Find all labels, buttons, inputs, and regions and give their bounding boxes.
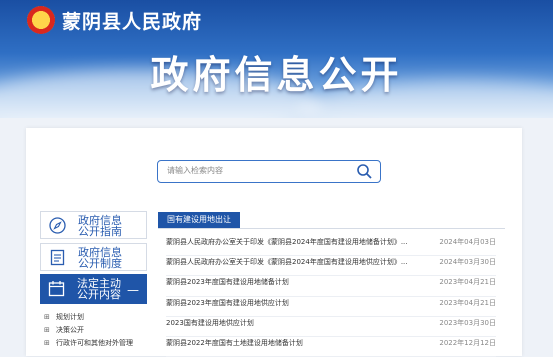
item-date: 2024年03月30日 xyxy=(439,258,496,267)
compass-icon xyxy=(49,217,66,234)
expand-plus-icon[interactable]: ⊞ xyxy=(44,326,50,334)
sidebar-tree: ⊞ 规划计划 ⊞ 决策公开 ⊞ 行政许可和其他对外管理 xyxy=(44,312,154,351)
tree-item[interactable]: ⊞ 规划计划 xyxy=(44,312,154,325)
list-item[interactable]: 蒙阴县2023年度国有建设用地储备计划 2023年04月21日 xyxy=(166,276,496,297)
tree-item-label[interactable]: 决策公开 xyxy=(56,326,84,334)
tab-bar: 国有建设用地出让 xyxy=(158,212,505,229)
item-title[interactable]: 蒙阴县人民政府办公室关于印发《蒙阴县2024年度国有建设用地储备计划》... xyxy=(166,236,418,248)
expand-plus-icon[interactable]: ⊞ xyxy=(44,339,50,347)
page-title: 政府信息公开 xyxy=(150,53,403,97)
collapse-toggle[interactable]: — xyxy=(127,283,139,297)
calendar-icon xyxy=(48,281,65,297)
sidebar-item-label: 法定主动 公开内容 xyxy=(77,278,121,300)
list-item[interactable]: 2023国有建设用地供应计划 2023年03月30日 xyxy=(166,317,496,337)
sidebar-item-guide[interactable]: 政府信息 公开指南 xyxy=(40,211,147,239)
list-item[interactable]: 蒙阴县人民政府办公室关于印发《蒙阴县2024年度国有建设用地供应计划》... 2… xyxy=(166,256,496,277)
item-title[interactable]: 2023国有建设用地供应计划 xyxy=(166,317,418,329)
item-date: 2023年03月30日 xyxy=(439,318,496,327)
item-title[interactable]: 蒙阴县人民政府办公室关于印发《蒙阴县2024年度国有建设用地供应计划》... xyxy=(166,256,418,268)
news-list: 蒙阴县人民政府办公室关于印发《蒙阴县2024年度国有建设用地储备计划》... 2… xyxy=(166,236,496,357)
sidebar-item-label-line2: 公开指南 xyxy=(78,225,122,238)
list-item[interactable]: 蒙阴县人民政府办公室关于印发《蒙阴县2024年度国有建设用地储备计划》... 2… xyxy=(166,236,496,257)
list-item[interactable]: 蒙阴县2022年度国有土地建设用地储备计划 2022年12月12日 xyxy=(166,337,496,357)
item-title[interactable]: 蒙阴县2023年度国有建设用地供应计划 xyxy=(166,297,418,309)
item-date: 2022年12月12日 xyxy=(439,338,496,347)
site-name[interactable]: 蒙阴县人民政府 xyxy=(62,7,202,34)
sidebar-item-label-line2: 公开内容 xyxy=(77,288,121,301)
national-emblem-icon xyxy=(27,6,55,34)
item-date: 2024年04月03日 xyxy=(439,238,496,246)
list-item[interactable]: 蒙阴县2023年度国有建设用地供应计划 2023年04月21日 xyxy=(166,297,496,317)
tree-item[interactable]: ⊞ 行政许可和其他对外管理 xyxy=(44,338,154,351)
search-input[interactable]: 请输入检索内容 xyxy=(167,165,223,176)
item-date: 2023年04月21日 xyxy=(439,278,496,287)
tree-item-label[interactable]: 规划计划 xyxy=(56,313,84,321)
document-icon xyxy=(50,249,65,266)
search-box[interactable]: 请输入检索内容 xyxy=(157,160,381,183)
search-icon[interactable] xyxy=(356,163,372,179)
sidebar-item-label: 政府信息 公开制度 xyxy=(78,247,122,269)
header-banner: 蒙阴县人民政府 政府信息公开 xyxy=(0,0,553,118)
item-title[interactable]: 蒙阴县2023年度国有建设用地储备计划 xyxy=(166,276,418,288)
tree-item-label[interactable]: 行政许可和其他对外管理 xyxy=(56,339,133,347)
tab-land-transfer[interactable]: 国有建设用地出让 xyxy=(158,212,240,228)
item-date: 2023年04月21日 xyxy=(439,298,496,307)
sidebar-item-system[interactable]: 政府信息 公开制度 xyxy=(40,243,147,271)
sidebar-item-active-content[interactable]: 法定主动 公开内容 — xyxy=(40,274,147,304)
sidebar-item-label: 政府信息 公开指南 xyxy=(78,215,122,237)
sidebar-item-label-line2: 公开制度 xyxy=(78,257,122,270)
item-title[interactable]: 蒙阴县2022年度国有土地建设用地储备计划 xyxy=(166,337,418,349)
expand-plus-icon[interactable]: ⊞ xyxy=(44,313,50,321)
tree-item[interactable]: ⊞ 决策公开 xyxy=(44,325,154,338)
